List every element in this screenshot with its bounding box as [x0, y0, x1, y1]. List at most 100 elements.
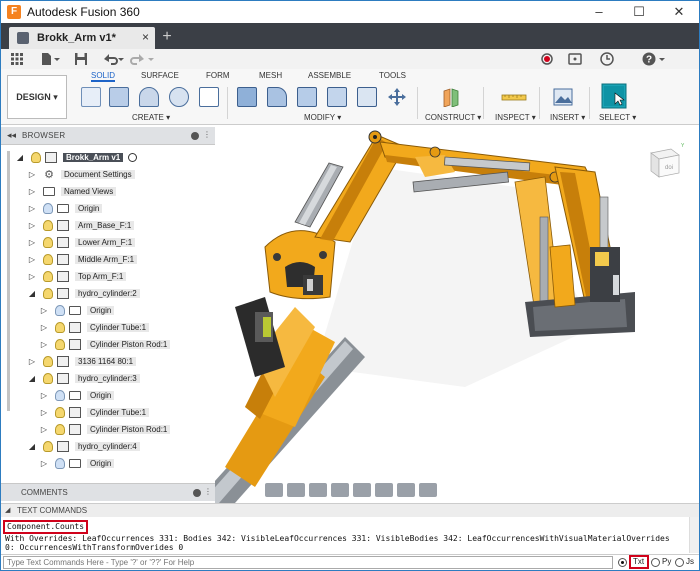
fillet-icon[interactable] [267, 87, 287, 107]
revolve-icon[interactable] [139, 87, 159, 107]
tree-row[interactable]: ▷ Arm_Base_F:1 [27, 217, 135, 233]
visibility-bulb-icon[interactable] [43, 202, 53, 214]
tab-form[interactable]: FORM [206, 71, 230, 80]
select-icon[interactable] [601, 83, 627, 109]
minimize-button[interactable]: – [579, 1, 619, 23]
output-scrollbar[interactable] [689, 517, 699, 553]
viewcube[interactable]: doi Y [645, 141, 685, 181]
notifications-icon[interactable] [567, 51, 583, 67]
tab-assemble[interactable]: ASSEMBLE [308, 71, 351, 80]
expand-arrow-icon[interactable]: ▷ [39, 340, 49, 349]
collapse-arrow-icon[interactable]: ◢ [27, 374, 37, 383]
comments-options-icon[interactable]: ⋮ [204, 487, 212, 496]
construct-menu[interactable]: CONSTRUCT ▾ [425, 113, 481, 122]
expand-arrow-icon[interactable]: ▷ [39, 306, 49, 315]
visibility-bulb-icon[interactable] [43, 270, 53, 282]
tree-row[interactable]: ▷ ⚙ Document Settings [27, 166, 135, 182]
tree-row[interactable]: ▷ Cylinder Tube:1 [39, 404, 150, 420]
tree-row[interactable]: ▷ Middle Arm_F:1 [27, 251, 138, 267]
tree-row[interactable]: ◢ hydro_cylinder:4 [27, 438, 140, 454]
tree-row-root[interactable]: ◢ Brokk_Arm v1 [15, 149, 138, 165]
tab-mesh[interactable]: MESH [259, 71, 282, 80]
mode-radio-py[interactable] [651, 558, 660, 567]
file-menu-icon[interactable] [39, 51, 61, 67]
save-icon[interactable] [73, 51, 89, 67]
visibility-bulb-icon[interactable] [55, 304, 65, 316]
measure-icon[interactable] [501, 87, 527, 107]
tree-row[interactable]: ◢ hydro_cylinder:3 [27, 370, 140, 386]
expand-arrow-icon[interactable]: ▷ [39, 425, 49, 434]
chamfer-icon[interactable] [297, 87, 317, 107]
grid-settings-icon[interactable] [397, 483, 415, 497]
workspace-switcher-button[interactable]: DESIGN ▾ [7, 75, 67, 119]
collapse-arrow-icon[interactable]: ◢ [27, 289, 37, 298]
visibility-bulb-icon[interactable] [43, 287, 53, 299]
new-tab-button[interactable]: + [159, 29, 175, 45]
visibility-bulb-icon[interactable] [43, 355, 53, 367]
orbit-icon[interactable] [265, 483, 283, 497]
tree-row[interactable]: ▷ Origin [39, 455, 115, 471]
tab-solid[interactable]: SOLID [91, 71, 116, 82]
document-tab[interactable]: Brokk_Arm v1* × [9, 27, 155, 49]
extrude-icon[interactable] [109, 87, 129, 107]
combine-icon[interactable] [357, 87, 377, 107]
pattern-icon[interactable] [199, 87, 219, 107]
expand-arrow-icon[interactable]: ▷ [27, 238, 37, 247]
create-menu[interactable]: CREATE ▾ [132, 113, 170, 122]
text-command-input[interactable] [3, 556, 613, 569]
clock-icon[interactable] [599, 51, 615, 67]
visibility-bulb-icon[interactable] [43, 253, 53, 265]
comments-panel[interactable]: COMMENTS ⋮ [1, 483, 215, 501]
expand-arrow-icon[interactable]: ▷ [27, 357, 37, 366]
browser-minimize-icon[interactable] [191, 132, 199, 140]
tree-row[interactable]: ▷ Origin [27, 200, 103, 216]
close-window-button[interactable]: ✕ [659, 1, 699, 23]
expand-arrow-icon[interactable]: ▷ [27, 204, 37, 213]
visibility-bulb-icon[interactable] [43, 372, 53, 384]
hole-icon[interactable] [169, 87, 189, 107]
visibility-bulb-icon[interactable] [43, 236, 53, 248]
collapse-arrow-icon[interactable]: ◢ [27, 442, 37, 451]
look-at-icon[interactable] [287, 483, 305, 497]
tree-row[interactable]: ▷ Named Views [27, 183, 117, 199]
modify-menu[interactable]: MODIFY ▾ [304, 113, 341, 122]
undo-icon[interactable] [99, 51, 125, 67]
fit-icon[interactable] [353, 483, 371, 497]
expand-arrow-icon[interactable]: ◢ [15, 153, 25, 162]
expand-arrow-icon[interactable]: ▷ [27, 272, 37, 281]
visibility-bulb-icon[interactable] [55, 338, 65, 350]
record-icon[interactable] [539, 51, 555, 67]
visibility-bulb-icon[interactable] [43, 219, 53, 231]
mode-radio-js[interactable] [675, 558, 684, 567]
visibility-bulb-icon[interactable] [55, 321, 65, 333]
expand-arrow-icon[interactable]: ▷ [39, 391, 49, 400]
expand-arrow-icon[interactable]: ▷ [27, 255, 37, 264]
data-panel-grid-icon[interactable] [9, 51, 25, 67]
display-settings-icon[interactable] [375, 483, 393, 497]
browser-scrollbar[interactable] [7, 151, 10, 411]
tree-row[interactable]: ◢ hydro_cylinder:2 [27, 285, 140, 301]
design-canvas[interactable]: doi Y [215, 127, 699, 503]
expand-arrow-icon[interactable]: ▷ [27, 187, 37, 196]
visibility-bulb-icon[interactable] [31, 151, 41, 163]
collapse-browser-icon[interactable]: ◂◂ [7, 130, 16, 141]
tree-row[interactable]: ▷ Origin [39, 387, 115, 403]
visibility-bulb-icon[interactable] [55, 406, 65, 418]
expand-arrow-icon[interactable]: ▷ [39, 408, 49, 417]
tree-row[interactable]: ▷ Cylinder Piston Rod:1 [39, 336, 171, 352]
tree-row[interactable]: ▷ 3136 1164 80:1 [27, 353, 137, 369]
tab-tools[interactable]: TOOLS [379, 71, 406, 80]
brokk-arm-model[interactable] [215, 127, 699, 503]
press-pull-icon[interactable] [237, 87, 257, 107]
zoom-icon[interactable] [331, 483, 349, 497]
select-menu[interactable]: SELECT ▾ [599, 113, 636, 122]
tree-row[interactable]: ▷ Top Arm_F:1 [27, 268, 127, 284]
tree-row[interactable]: ▷ Lower Arm_F:1 [27, 234, 136, 250]
offset-plane-icon[interactable] [441, 87, 461, 107]
pan-icon[interactable] [309, 483, 327, 497]
close-tab-icon[interactable]: × [142, 30, 149, 44]
redo-icon[interactable] [129, 51, 155, 67]
insert-menu[interactable]: INSERT ▾ [550, 113, 585, 122]
shell-icon[interactable] [327, 87, 347, 107]
comments-minimize-icon[interactable] [193, 489, 201, 497]
